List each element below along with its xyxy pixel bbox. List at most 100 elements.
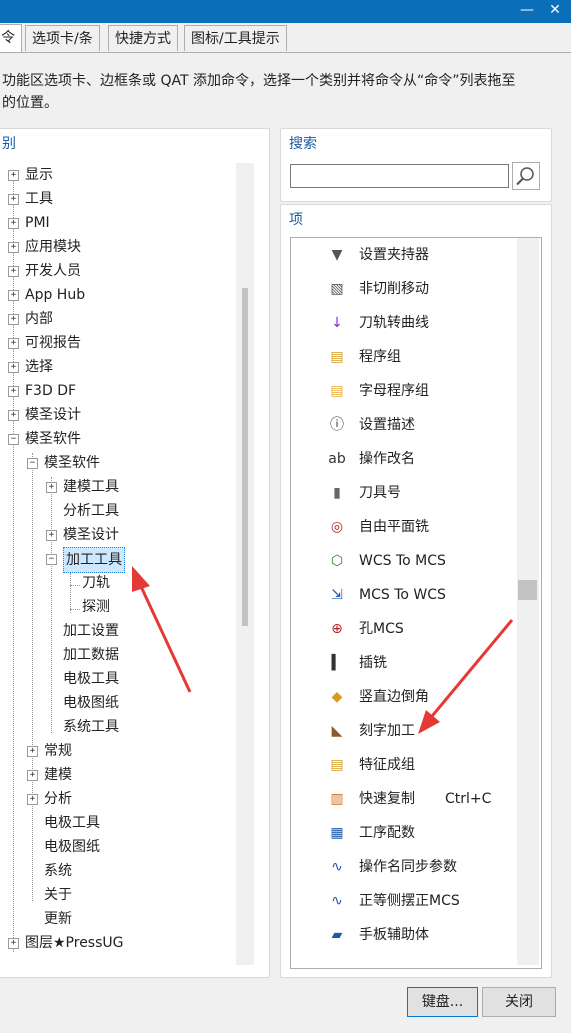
tree-item-label: 模圣设计 <box>63 527 119 543</box>
expand-icon[interactable]: + <box>8 218 19 229</box>
command-item[interactable]: ▤ 字母程序组 <box>291 376 517 406</box>
scrollbar-thumb[interactable] <box>518 580 537 600</box>
command-item[interactable]: ◣ 刻字加工 <box>291 716 517 746</box>
tree-item-label: 关于 <box>44 887 72 903</box>
tab-icons-tooltips[interactable]: 图标/工具提示 <box>184 25 287 51</box>
tab-ribbon-bars[interactable]: 选项卡/条 <box>25 25 100 51</box>
command-item[interactable]: ⓘ 设置描述 <box>291 410 517 440</box>
quick-copy-icon: ▥ <box>330 791 344 807</box>
tree-item-label: App Hub <box>25 287 86 303</box>
expand-icon[interactable]: + <box>8 938 19 949</box>
close-button[interactable]: 关闭 <box>482 987 556 1017</box>
minimize-icon[interactable]: — <box>514 0 540 23</box>
command-item-label: WCS To MCS <box>359 553 446 569</box>
command-item-label: 操作改名 <box>359 451 415 467</box>
tree-item-label: 加工设置 <box>63 623 119 639</box>
tree-item-label: 更新 <box>44 911 72 927</box>
expand-icon[interactable]: + <box>8 338 19 349</box>
command-item[interactable]: ▥ 快速复制 Ctrl+C <box>291 784 517 814</box>
command-item[interactable]: ▧ 非切削移动 <box>291 274 517 304</box>
sync-params-icon: ∿ <box>331 859 343 875</box>
plunge-mill-icon: ▍ <box>331 655 343 671</box>
free-face-mill-icon: ◎ <box>330 519 344 535</box>
command-item[interactable]: ⬡ WCS To MCS <box>291 546 517 576</box>
expand-icon[interactable]: + <box>8 362 19 373</box>
command-item[interactable]: ∿ 操作名同步参数 <box>291 852 517 882</box>
tree-item-label: 探测 <box>82 599 110 615</box>
tool-number-icon: ▮ <box>333 485 341 501</box>
tree-item-label: 电极工具 <box>44 815 100 831</box>
category-tree-scrollbar[interactable] <box>236 163 254 965</box>
iso-mcs-icon: ∿ <box>331 893 343 909</box>
letter-program-group-icon: ▤ <box>330 383 344 399</box>
tree-item-label: 建模工具 <box>63 479 119 495</box>
hole-mcs-icon: ⊕ <box>331 621 343 637</box>
collapse-icon[interactable]: − <box>46 554 57 565</box>
expand-icon[interactable]: + <box>8 170 19 181</box>
command-item[interactable]: ∿ 正等侧摆正MCS <box>291 886 517 916</box>
command-item-label: 竖直边倒角 <box>359 689 429 705</box>
command-item[interactable]: ↓ 刀轨转曲线 <box>291 308 517 338</box>
search-button[interactable] <box>512 162 540 190</box>
tab-commands[interactable]: 令 <box>0 24 22 52</box>
collapse-icon[interactable]: − <box>8 434 19 445</box>
tab-shortcuts[interactable]: 快捷方式 <box>108 25 178 51</box>
tree-connector <box>70 573 71 613</box>
command-item-label: 非切削移动 <box>359 281 429 297</box>
command-item[interactable]: ⇲ MCS To WCS <box>291 580 517 610</box>
command-item-label: 刻字加工 <box>359 723 415 739</box>
command-item-label: 特征成组 <box>359 757 415 773</box>
tree-connector <box>70 585 80 586</box>
expand-icon[interactable]: + <box>46 530 57 541</box>
search-input[interactable] <box>290 164 509 188</box>
command-item[interactable]: ▰ 手板辅助体 <box>291 920 517 950</box>
expand-icon[interactable]: + <box>8 194 19 205</box>
command-item-label: 字母程序组 <box>359 383 429 399</box>
expand-icon[interactable]: + <box>27 794 38 805</box>
items-label: 项 <box>289 212 303 228</box>
vertical-chamfer-icon: ◆ <box>331 689 343 705</box>
tree-item-label: 加工工具 <box>63 547 125 573</box>
tree-item-label: 开发人员 <box>25 263 81 279</box>
command-item[interactable]: ⊕ 孔MCS <box>291 614 517 644</box>
expand-icon[interactable]: + <box>8 410 19 421</box>
scrollbar-thumb[interactable] <box>242 288 248 626</box>
command-item[interactable]: ab 操作改名 <box>291 444 517 474</box>
tree-item-label: 系统工具 <box>63 719 119 735</box>
command-item[interactable]: ▮ 刀具号 <box>291 478 517 508</box>
feature-group-icon: ▤ <box>330 757 344 773</box>
prototype-body-icon: ▰ <box>331 927 343 943</box>
wcs-to-mcs-icon: ⬡ <box>330 553 344 569</box>
command-item-label: 程序组 <box>359 349 401 365</box>
collapse-icon[interactable]: − <box>27 458 38 469</box>
expand-icon[interactable]: + <box>8 242 19 253</box>
command-item-label: 手板辅助体 <box>359 927 429 943</box>
tree-item-label: F3D DF <box>25 383 77 399</box>
command-item[interactable]: ▤ 程序组 <box>291 342 517 372</box>
command-item[interactable]: ▍ 插铣 <box>291 648 517 678</box>
command-item[interactable]: ◎ 自由平面铣 <box>291 512 517 542</box>
expand-icon[interactable]: + <box>8 314 19 325</box>
keyboard-button[interactable]: 键盘... <box>407 987 478 1017</box>
tree-item-label: 模圣软件 <box>25 431 81 447</box>
expand-icon[interactable]: + <box>46 482 57 493</box>
program-group-icon: ▤ <box>330 349 344 365</box>
command-item[interactable]: ▦ 工序配数 <box>291 818 517 848</box>
expand-icon[interactable]: + <box>8 386 19 397</box>
command-item[interactable]: ▼ 设置夹持器 <box>291 240 517 270</box>
expand-icon[interactable]: + <box>27 746 38 757</box>
command-item[interactable]: ▤ 特征成组 <box>291 750 517 780</box>
command-item[interactable]: ◆ 竖直边倒角 <box>291 682 517 712</box>
tab-strip: 令 选项卡/条 快捷方式 图标/工具提示 <box>0 24 571 53</box>
category-tree[interactable]: + 显示 + 工具 + PMI + 应用模块 + 开发人员 + App Hub + 内部 + 可视报告 + 选择 +… <box>0 163 236 965</box>
expand-icon[interactable]: + <box>8 266 19 277</box>
command-item-label: 设置夹持器 <box>359 247 429 263</box>
items-scrollbar[interactable] <box>517 238 539 965</box>
close-window-icon[interactable]: ✕ <box>542 0 568 23</box>
expand-icon[interactable]: + <box>27 770 38 781</box>
noncut-move-icon: ▧ <box>330 281 344 297</box>
command-items-list[interactable]: ▼ 设置夹持器 ▧ 非切削移动 ↓ 刀轨转曲线 ▤ 程序组 ▤ 字母程序组 ⓘ 设置描述 ab 操作改名 ▮… <box>291 238 517 965</box>
expand-icon[interactable]: + <box>8 290 19 301</box>
tree-connector <box>32 453 33 901</box>
tree-item-label: 模圣设计 <box>25 407 81 423</box>
